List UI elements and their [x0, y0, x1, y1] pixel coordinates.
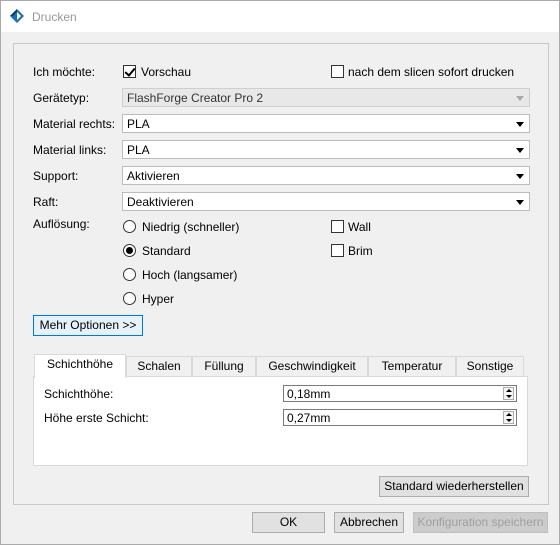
aufloesung-label: Auflösung: [33, 217, 90, 231]
tab-fuellung[interactable]: Füllung [192, 356, 256, 377]
brim-label[interactable]: Brim [348, 244, 373, 258]
app-logo-icon [10, 9, 24, 23]
schichthoehe-spinbox[interactable]: 0,18mm [283, 385, 517, 402]
print-dialog-window: Drucken Ich möchte: Vorschau nach dem sl… [0, 0, 560, 545]
print-settings-group: Ich möchte: Vorschau nach dem slicen sof… [13, 43, 549, 505]
chevron-down-icon [516, 148, 524, 153]
vorschau-label[interactable]: Vorschau [141, 65, 191, 79]
schichthoehe-label: Schichthöhe: [44, 387, 114, 401]
arrow-down-icon [506, 395, 512, 398]
wall-checkbox[interactable] [331, 220, 344, 233]
raft-label: Raft: [33, 195, 59, 209]
checkmark-icon [124, 65, 136, 77]
support-label: Support: [33, 169, 79, 183]
erste-schicht-spinbox[interactable]: 0,27mm [283, 409, 517, 426]
radio-hyper[interactable] [123, 292, 136, 305]
raft-select[interactable]: Deaktivieren [122, 192, 530, 211]
erste-schicht-label: Höhe erste Schicht: [44, 411, 149, 425]
title-bar[interactable]: Drucken [1, 1, 559, 32]
support-value: Aktivieren [127, 169, 180, 183]
vorschau-checkbox[interactable] [123, 65, 136, 78]
mehr-optionen-button[interactable]: Mehr Optionen >> [33, 315, 143, 336]
ich-moechte-label: Ich möchte: [33, 65, 96, 79]
chevron-down-icon [516, 96, 524, 101]
radio-standard-label[interactable]: Standard [142, 244, 191, 258]
konfiguration-speichern-button[interactable]: Konfiguration speichern [413, 512, 548, 533]
standard-wiederherstellen-button[interactable]: Standard wiederherstellen [379, 476, 529, 497]
spin-buttons[interactable] [503, 411, 514, 424]
ok-button[interactable]: OK [252, 512, 325, 533]
geraetetyp-select[interactable]: FlashForge Creator Pro 2 [122, 88, 530, 107]
chevron-down-icon [516, 200, 524, 205]
tab-geschwindigkeit[interactable]: Geschwindigkeit [256, 356, 368, 377]
chevron-down-icon [516, 122, 524, 127]
material-rechts-select[interactable]: PLA [122, 114, 530, 133]
arrow-up-icon [506, 413, 512, 416]
schichthoehe-value: 0,18mm [287, 387, 331, 401]
radio-dot-icon [126, 247, 133, 254]
raft-value: Deaktivieren [127, 195, 194, 209]
sofort-drucken-checkbox[interactable] [331, 65, 344, 78]
geraetetyp-label: Gerätetyp: [33, 91, 90, 105]
tab-sonstige[interactable]: Sonstige [456, 356, 524, 377]
brim-checkbox[interactable] [331, 244, 344, 257]
erste-schicht-value: 0,27mm [287, 411, 331, 425]
chevron-down-icon [516, 174, 524, 179]
dialog-body: Ich möchte: Vorschau nach dem slicen sof… [1, 32, 559, 544]
schichthoehe-panel: Schichthöhe: 0,18mm Höhe erste Schicht: … [33, 376, 528, 466]
tab-schichthoehe[interactable]: Schichthöhe [34, 354, 126, 378]
arrow-up-icon [506, 389, 512, 392]
radio-niedrig-label[interactable]: Niedrig (schneller) [142, 220, 239, 234]
arrow-down-icon [506, 419, 512, 422]
radio-hoch-label[interactable]: Hoch (langsamer) [142, 268, 237, 282]
tab-temperatur[interactable]: Temperatur [368, 356, 456, 377]
material-rechts-label: Material rechts: [33, 117, 116, 131]
abbrechen-button[interactable]: Abbrechen [334, 512, 404, 533]
spin-buttons[interactable] [503, 387, 514, 400]
sofort-drucken-label[interactable]: nach dem slicen sofort drucken [348, 65, 514, 79]
radio-niedrig[interactable] [123, 220, 136, 233]
geraetetyp-value: FlashForge Creator Pro 2 [127, 91, 264, 105]
tab-schalen[interactable]: Schalen [126, 356, 192, 377]
material-links-value: PLA [127, 143, 150, 157]
wall-label[interactable]: Wall [348, 220, 371, 234]
support-select[interactable]: Aktivieren [122, 166, 530, 185]
material-links-select[interactable]: PLA [122, 140, 530, 159]
radio-hyper-label[interactable]: Hyper [142, 292, 174, 306]
radio-hoch[interactable] [123, 268, 136, 281]
window-title: Drucken [32, 10, 77, 24]
radio-standard[interactable] [123, 244, 136, 257]
material-links-label: Material links: [33, 143, 107, 157]
material-rechts-value: PLA [127, 117, 150, 131]
